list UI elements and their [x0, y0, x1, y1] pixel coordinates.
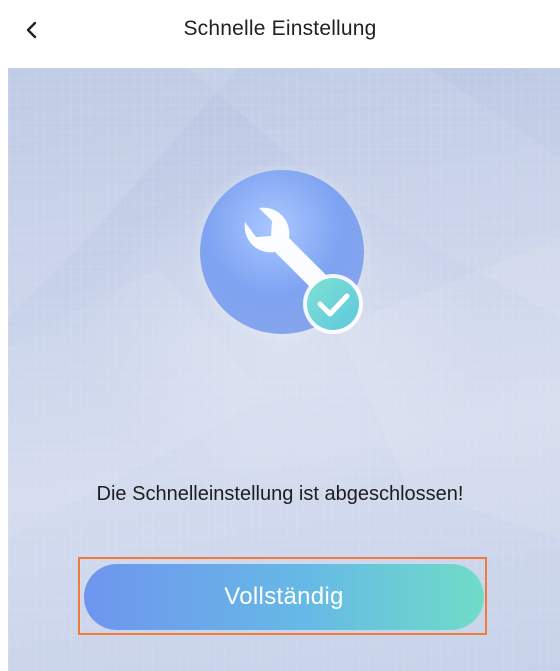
- header-bar: Schnelle Einstellung: [0, 0, 560, 66]
- app-screen: Schnelle Einstellung Die Schnelleinstell…: [0, 0, 560, 671]
- setup-complete-illustration: [190, 160, 374, 344]
- completion-message: Die Schnelleinstellung ist abgeschlossen…: [96, 483, 464, 505]
- complete-button[interactable]: Vollständig: [84, 564, 484, 630]
- page-title: Schnelle Einstellung: [183, 17, 377, 40]
- checkmark-icon: [303, 274, 363, 334]
